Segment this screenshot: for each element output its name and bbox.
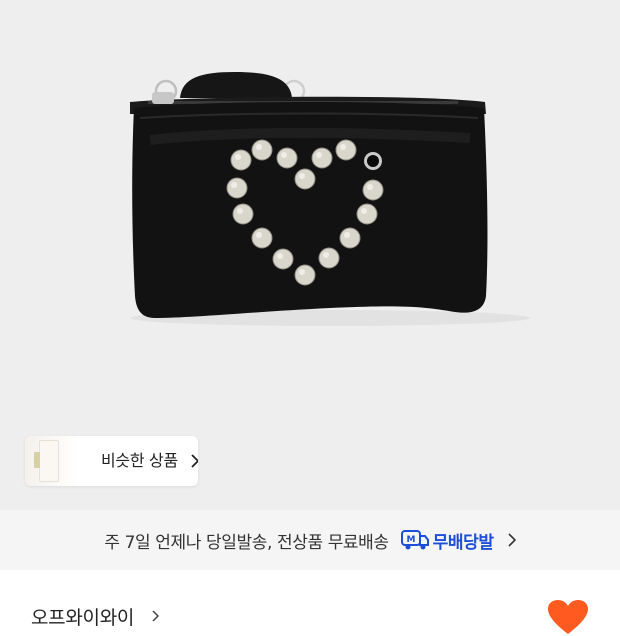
product-image[interactable] xyxy=(0,0,620,510)
free-delivery-badge: 무배당발 xyxy=(432,532,494,553)
chevron-right-icon xyxy=(152,610,159,622)
similar-products-button[interactable]: 비슷한 상품 xyxy=(25,436,198,486)
similar-product-thumbnail xyxy=(25,436,79,486)
seller-row: 오프와이와이 xyxy=(0,570,620,634)
chevron-right-icon xyxy=(191,454,198,468)
delivery-truck-icon: M xyxy=(400,530,429,550)
seller-name-link[interactable]: 오프와이와이 xyxy=(31,603,134,630)
shipping-banner[interactable]: 주 7일 언제나 당일발송, 전상품 무료배송 M 무배당발 xyxy=(0,510,620,570)
coin-purse-photo xyxy=(130,72,530,326)
chevron-right-icon xyxy=(508,533,516,547)
similar-products-label: 비슷한 상품 xyxy=(101,451,178,470)
badge-icon-letter: M xyxy=(406,535,415,545)
shipping-info-text: 주 7일 언제나 당일발송, 전상품 무료배송 xyxy=(104,532,389,553)
heart-icon[interactable] xyxy=(548,600,588,636)
